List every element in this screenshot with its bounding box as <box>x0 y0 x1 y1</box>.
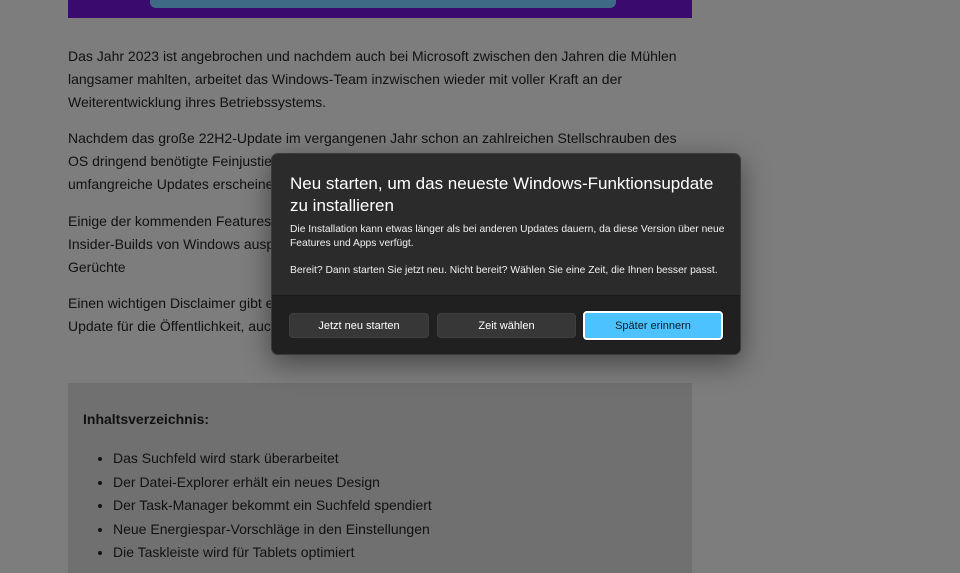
update-restart-dialog: Neu starten, um das neueste Windows-Funk… <box>271 153 741 355</box>
remind-later-button[interactable]: Später erinnern <box>583 311 723 340</box>
dialog-body-text: Die Installation kann etwas länger als b… <box>290 224 725 249</box>
dialog-button-bar: Jetzt neu starten Zeit wählen Später eri… <box>272 295 740 354</box>
dialog-title: Neu starten, um das neueste Windows-Funk… <box>290 174 714 215</box>
dialog-prompt-text: Bereit? Dann starten Sie jetzt neu. Nich… <box>290 265 718 276</box>
restart-now-button[interactable]: Jetzt neu starten <box>289 313 429 338</box>
choose-time-button[interactable]: Zeit wählen <box>437 313 576 338</box>
